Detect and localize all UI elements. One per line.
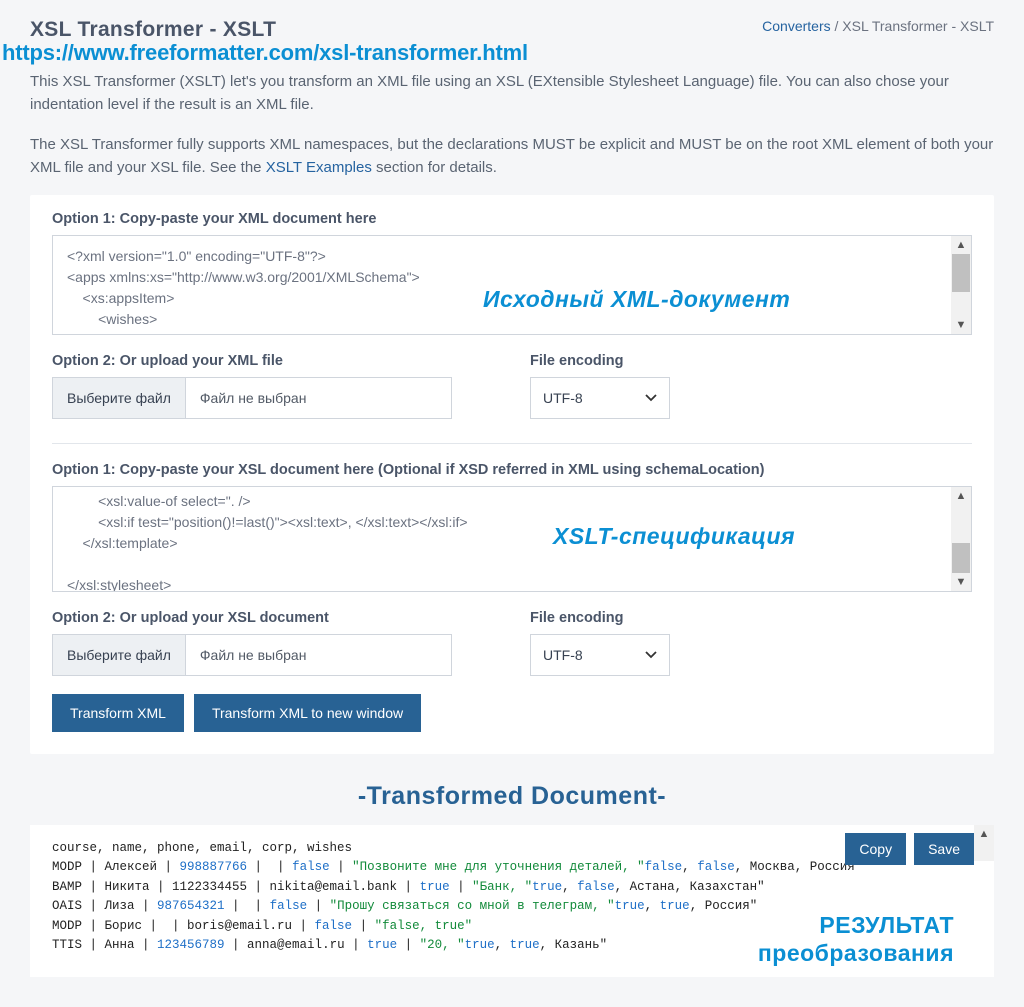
breadcrumb-current: XSL Transformer - XSLT xyxy=(842,18,994,34)
xsl-encoding-select[interactable]: UTF-8 xyxy=(530,634,670,676)
breadcrumb: Converters / XSL Transformer - XSLT xyxy=(762,18,994,34)
xsl-option2-label: Option 2: Or upload your XSL document xyxy=(52,610,494,626)
xsl-choose-file-button[interactable]: Выберите файл xyxy=(53,635,186,675)
scroll-up-icon[interactable]: ▲ xyxy=(951,236,971,254)
xml-encoding-select[interactable]: UTF-8 xyxy=(530,377,670,419)
chevron-down-icon xyxy=(645,649,657,661)
output-heading: -Transformed Document- xyxy=(30,782,994,811)
xml-textarea[interactable]: <?xml version="1.0" encoding="UTF-8"?> <… xyxy=(52,235,972,335)
xsl-encoding-label: File encoding xyxy=(530,610,972,626)
xsl-textarea[interactable]: <xsl:value-of select=". /> <xsl:if test=… xyxy=(52,486,972,592)
transform-xml-new-window-button[interactable]: Transform XML to new window xyxy=(194,694,421,732)
output-panel: ▲ Copy Save course, name, phone, email, … xyxy=(30,825,994,977)
intro-paragraph-1: This XSL Transformer (XSLT) let's you tr… xyxy=(30,70,994,117)
page-title: XSL Transformer - XSLT xyxy=(30,18,276,42)
form-panel: Option 1: Copy-paste your XML document h… xyxy=(30,195,994,754)
scroll-down-icon[interactable]: ▼ xyxy=(951,573,971,591)
scroll-up-icon[interactable]: ▲ xyxy=(974,825,994,861)
copy-button[interactable]: Copy xyxy=(845,833,906,865)
xml-option1-label: Option 1: Copy-paste your XML document h… xyxy=(52,211,972,227)
divider xyxy=(52,443,972,444)
scrollbar[interactable]: ▲ ▼ xyxy=(951,487,971,591)
output-text[interactable]: course, name, phone, email, corp, wishes… xyxy=(52,839,972,955)
xml-encoding-label: File encoding xyxy=(530,353,972,369)
xml-file-status: Файл не выбран xyxy=(186,378,321,418)
xsl-file-input[interactable]: Выберите файл Файл не выбран xyxy=(52,634,452,676)
chevron-down-icon xyxy=(645,392,657,404)
transform-xml-button[interactable]: Transform XML xyxy=(52,694,184,732)
scroll-down-icon[interactable]: ▼ xyxy=(951,316,971,334)
xslt-examples-link[interactable]: XSLT Examples xyxy=(266,159,372,176)
xsl-file-status: Файл не выбран xyxy=(186,635,321,675)
scroll-thumb[interactable] xyxy=(952,254,970,292)
save-button[interactable]: Save xyxy=(914,833,974,865)
breadcrumb-converters-link[interactable]: Converters xyxy=(762,18,830,34)
scroll-thumb[interactable] xyxy=(952,543,970,573)
intro-paragraph-2: The XSL Transformer fully supports XML n… xyxy=(30,133,994,180)
scroll-up-icon[interactable]: ▲ xyxy=(951,487,971,505)
xml-file-input[interactable]: Выберите файл Файл не выбран xyxy=(52,377,452,419)
xsl-option1-label: Option 1: Copy-paste your XSL document h… xyxy=(52,462,972,478)
overlay-url-annotation: https://www.freeformatter.com/xsl-transf… xyxy=(2,40,994,66)
scrollbar[interactable]: ▲ ▼ xyxy=(951,236,971,334)
xml-option2-label: Option 2: Or upload your XML file xyxy=(52,353,494,369)
xml-choose-file-button[interactable]: Выберите файл xyxy=(53,378,186,418)
